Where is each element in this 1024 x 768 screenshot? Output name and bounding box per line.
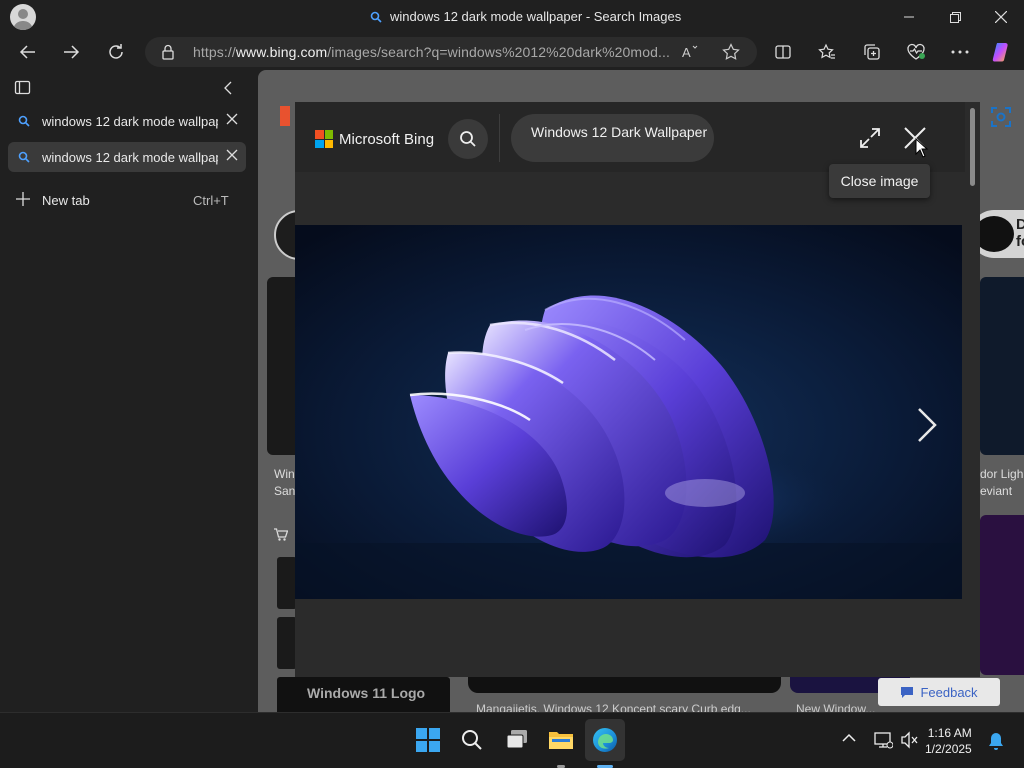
close-window-button[interactable]: [978, 0, 1024, 34]
window-title: windows 12 dark mode wallpaper - Search …: [370, 9, 681, 24]
start-button[interactable]: [408, 719, 448, 761]
modal-scrollbar[interactable]: [965, 102, 980, 677]
url-path: /images/search?q=windows%2012%20dark%20m…: [327, 44, 670, 60]
read-aloud-icon[interactable]: A: [681, 43, 699, 61]
result-card[interactable]: [277, 617, 297, 669]
microsoft-logo-icon: [315, 130, 333, 148]
tooltip-text: Close image: [840, 173, 919, 189]
close-image-tooltip: Close image: [829, 164, 930, 198]
more-options-icon[interactable]: [944, 36, 976, 68]
windows-taskbar: 1:16 AM 1/2/2025: [0, 712, 1024, 768]
result-card[interactable]: Windows 11 Logo: [277, 677, 450, 712]
restore-button[interactable]: [932, 0, 978, 34]
mouse-cursor-icon: [915, 138, 929, 158]
card-title: Windows 11 Logo: [307, 685, 426, 701]
task-view-icon: [505, 729, 529, 751]
close-tab-icon[interactable]: [226, 149, 238, 161]
new-tab-label: New tab: [42, 193, 90, 208]
lock-icon[interactable]: [161, 44, 175, 60]
result-card[interactable]: [980, 515, 1024, 675]
next-image-button[interactable]: [915, 405, 939, 445]
tab-item-2[interactable]: windows 12 dark mode wallpaper - Search …: [8, 142, 246, 172]
bing-logo-partial: [280, 106, 290, 126]
related-thumb: [974, 216, 1014, 252]
feedback-icon: [900, 686, 914, 699]
bing-search-icon: [18, 115, 30, 127]
shopping-cart-icon[interactable]: [274, 528, 288, 541]
bing-search-icon: [18, 151, 30, 163]
edge-taskbar-button[interactable]: [585, 719, 625, 768]
show-hidden-icons-icon[interactable]: [842, 733, 856, 743]
vertical-tabs-sidebar: windows 12 dark mode wallpaper - Search …: [0, 70, 256, 712]
result-caption: dor Ligh eviant: [980, 467, 1024, 498]
browser-essentials-icon[interactable]: [900, 36, 932, 68]
clock-date: 1/2/2025: [925, 742, 972, 756]
search-icon: [370, 11, 382, 23]
favorites-icon[interactable]: [811, 36, 843, 68]
microsoft-bing-logo[interactable]: Microsoft Bing: [315, 130, 434, 148]
copilot-icon[interactable]: [986, 36, 1018, 68]
feedback-label: Feedback: [920, 684, 978, 700]
collapse-sidebar-icon[interactable]: [222, 81, 234, 95]
result-card[interactable]: [277, 557, 297, 609]
favorite-star-icon[interactable]: [722, 43, 740, 61]
search-icon: [459, 130, 477, 148]
notifications-bell-icon[interactable]: [987, 731, 1005, 751]
expand-icon[interactable]: [858, 126, 882, 150]
divider: [499, 114, 500, 162]
tab-label: windows 12 dark mode wallpaper - Search …: [42, 113, 218, 129]
url-text[interactable]: https://www.bing.com/images/search?q=win…: [193, 44, 670, 60]
taskbar-search-button[interactable]: [452, 719, 492, 761]
image-viewer-modal: Microsoft Bing Windows 12 Dark Wallpaper…: [295, 102, 980, 677]
tab-label: windows 12 dark mode wallpaper - Search …: [42, 149, 218, 165]
forward-button[interactable]: [55, 36, 87, 68]
scrollbar-thumb[interactable]: [970, 108, 975, 186]
result-caption: Win San: [274, 467, 296, 498]
title-bar: windows 12 dark mode wallpaper - Search …: [0, 0, 1024, 34]
minimize-button[interactable]: [886, 0, 932, 34]
query-pill-label: Windows 12 Dark Wallpaper: [531, 124, 708, 140]
wallpaper-image[interactable]: [295, 225, 962, 599]
brand-text: Microsoft Bing: [339, 130, 435, 148]
related-text: Da fo: [1016, 216, 1024, 250]
address-bar[interactable]: https://www.bing.com/images/search?q=win…: [145, 37, 757, 67]
tab-item-1[interactable]: windows 12 dark mode wallpaper - Search …: [8, 106, 246, 136]
volume-muted-icon[interactable]: [900, 731, 920, 749]
refresh-button[interactable]: [100, 36, 132, 68]
new-tab-shortcut: Ctrl+T: [193, 193, 229, 208]
new-tab-button[interactable]: New tab Ctrl+T: [8, 188, 246, 214]
search-button[interactable]: [448, 119, 488, 159]
tab-actions-icon[interactable]: [14, 80, 32, 96]
profile-avatar[interactable]: [10, 4, 36, 30]
visual-search-icon[interactable]: [990, 106, 1012, 128]
windows-logo-icon: [416, 728, 440, 752]
url-prefix: https://: [193, 44, 236, 60]
url-domain: www.bing.com: [235, 44, 328, 60]
browser-toolbar: https://www.bing.com/images/search?q=win…: [0, 34, 1024, 70]
back-button[interactable]: [12, 36, 44, 68]
feedback-button[interactable]: Feedback: [878, 678, 1000, 706]
result-title: New Window...: [796, 702, 876, 712]
file-explorer-button[interactable]: [541, 719, 581, 768]
plus-icon: [16, 192, 30, 206]
modal-header: Microsoft Bing Windows 12 Dark Wallpaper: [295, 102, 965, 172]
result-card[interactable]: [468, 677, 781, 693]
folder-icon: [548, 729, 574, 751]
system-clock[interactable]: 1:16 AM 1/2/2025: [925, 725, 972, 757]
svg-text:A: A: [682, 45, 691, 60]
window-title-text: windows 12 dark mode wallpaper - Search …: [390, 9, 682, 24]
result-title: Mangajietis, Windows 12 Koncept scary Cu…: [476, 702, 751, 712]
close-tab-icon[interactable]: [226, 113, 238, 125]
chevron-right-icon: [915, 405, 939, 445]
query-pill[interactable]: Windows 12 Dark Wallpaper: [511, 114, 714, 162]
collections-icon[interactable]: [856, 36, 888, 68]
result-card[interactable]: [980, 277, 1024, 455]
network-icon[interactable]: [873, 731, 893, 749]
clock-time: 1:16 AM: [927, 726, 972, 740]
task-view-button[interactable]: [497, 719, 537, 761]
edge-icon: [592, 727, 618, 753]
split-screen-icon[interactable]: [767, 36, 799, 68]
search-icon: [461, 729, 483, 751]
